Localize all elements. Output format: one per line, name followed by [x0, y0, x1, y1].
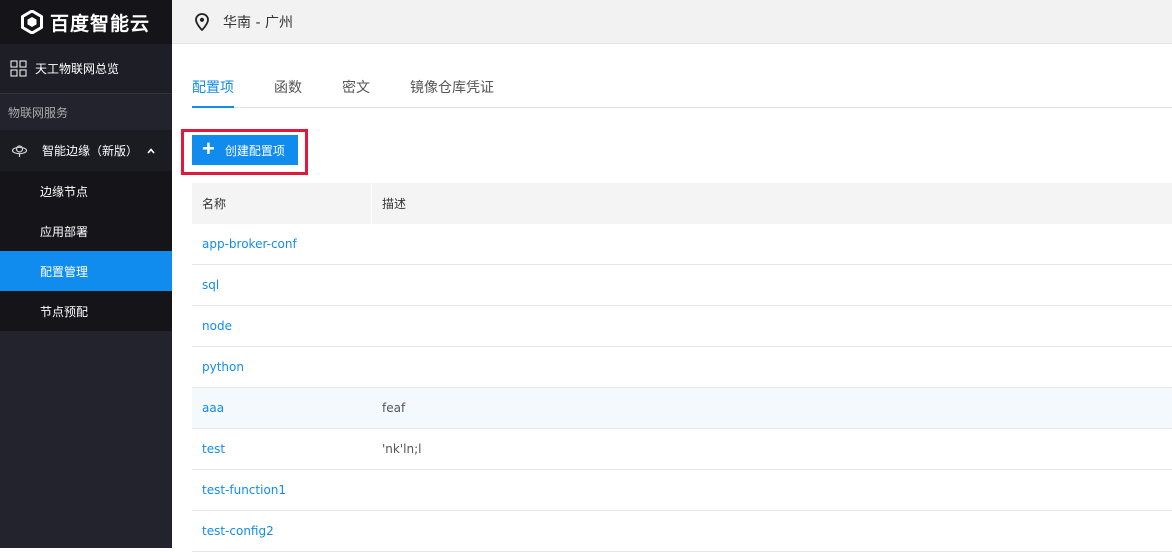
config-table: 名称 描述 app-broker-conf sql node python aa… — [192, 183, 1172, 552]
sidebar-item-overview[interactable]: 天工物联网总览 — [0, 44, 172, 94]
smart-edge-icon — [11, 145, 28, 157]
table-row: test-config2 — [192, 511, 1172, 552]
location-pin-icon — [195, 12, 209, 31]
sidebar-item-label: 节点预配 — [40, 304, 89, 319]
table-row: python — [192, 347, 1172, 388]
config-name-link[interactable]: app-broker-conf — [192, 224, 372, 264]
chevron-up-icon[interactable] — [146, 146, 156, 156]
config-description: feaf — [382, 401, 406, 415]
top-bar: 华南 - 广州 — [172, 0, 1172, 44]
table-row-hovered: aaa feaf — [192, 388, 1172, 429]
config-name-link[interactable]: aaa — [192, 388, 372, 428]
sidebar-section-label: 物联网服务 — [8, 105, 69, 120]
config-description — [372, 470, 1172, 510]
sidebar-item-label: 边缘节点 — [40, 184, 89, 199]
sidebar-item-label: 应用部署 — [40, 224, 89, 239]
main-content: 配置项 函数 密文 镜像仓库凭证 + 创建配置项 名称 描述 app-broke… — [172, 44, 1172, 552]
sidebar: 百度智能云 天工物联网总览 物联网服务 智能边缘（新版） 边缘节点 应用部署 配… — [0, 0, 172, 548]
config-description — [372, 347, 1172, 387]
table-header: 名称 描述 — [192, 183, 1172, 224]
region-selector[interactable]: 华南 - 广州 — [223, 12, 293, 32]
column-header-name: 名称 — [192, 183, 372, 224]
table-row: test-function1 — [192, 470, 1172, 511]
sidebar-item-config-management[interactable]: 配置管理 — [0, 251, 172, 291]
config-name-link[interactable]: python — [192, 347, 372, 387]
plus-icon: + — [202, 136, 215, 161]
sidebar-group-label: 智能边缘（新版） — [42, 144, 139, 158]
tab-functions[interactable]: 函数 — [274, 74, 302, 108]
sidebar-submenu: 边缘节点 应用部署 配置管理 节点预配 — [0, 171, 172, 331]
logo[interactable]: 百度智能云 — [0, 0, 172, 44]
sidebar-item-label: 天工物联网总览 — [35, 62, 120, 76]
config-name-link[interactable]: test-config2 — [192, 511, 372, 551]
config-name-link[interactable]: test — [192, 429, 372, 469]
config-name-link[interactable]: test-function1 — [192, 470, 372, 510]
sidebar-item-label: 配置管理 — [40, 264, 89, 279]
table-row: test 'nk'ln;l — [192, 429, 1172, 470]
grid-icon — [10, 60, 27, 77]
logo-text: 百度智能云 — [50, 12, 151, 35]
config-description: 'nk'ln;l — [382, 442, 422, 456]
create-config-button[interactable]: + 创建配置项 — [192, 135, 298, 165]
sidebar-item-app-deploy[interactable]: 应用部署 — [0, 211, 172, 251]
table-row: node — [192, 306, 1172, 347]
tab-secrets[interactable]: 密文 — [342, 74, 370, 108]
create-config-label: 创建配置项 — [224, 143, 285, 158]
sidebar-item-edge-nodes[interactable]: 边缘节点 — [0, 171, 172, 211]
table-row: sql — [192, 265, 1172, 306]
config-description — [372, 265, 1172, 305]
table-row: app-broker-conf — [192, 224, 1172, 265]
tab-registry-credentials[interactable]: 镜像仓库凭证 — [410, 74, 494, 108]
config-description — [372, 511, 1172, 551]
config-name-link[interactable]: sql — [192, 265, 372, 305]
tab-bar: 配置项 函数 密文 镜像仓库凭证 — [192, 74, 1172, 108]
column-header-description: 描述 — [382, 197, 407, 211]
sidebar-item-node-provision[interactable]: 节点预配 — [0, 291, 172, 331]
baidu-cloud-logo-icon — [21, 10, 43, 34]
config-description — [372, 306, 1172, 346]
config-description — [372, 224, 1172, 264]
sidebar-group-smart-edge[interactable]: 智能边缘（新版） — [0, 130, 172, 171]
config-name-link[interactable]: node — [192, 306, 372, 346]
tab-config-items[interactable]: 配置项 — [192, 74, 234, 108]
